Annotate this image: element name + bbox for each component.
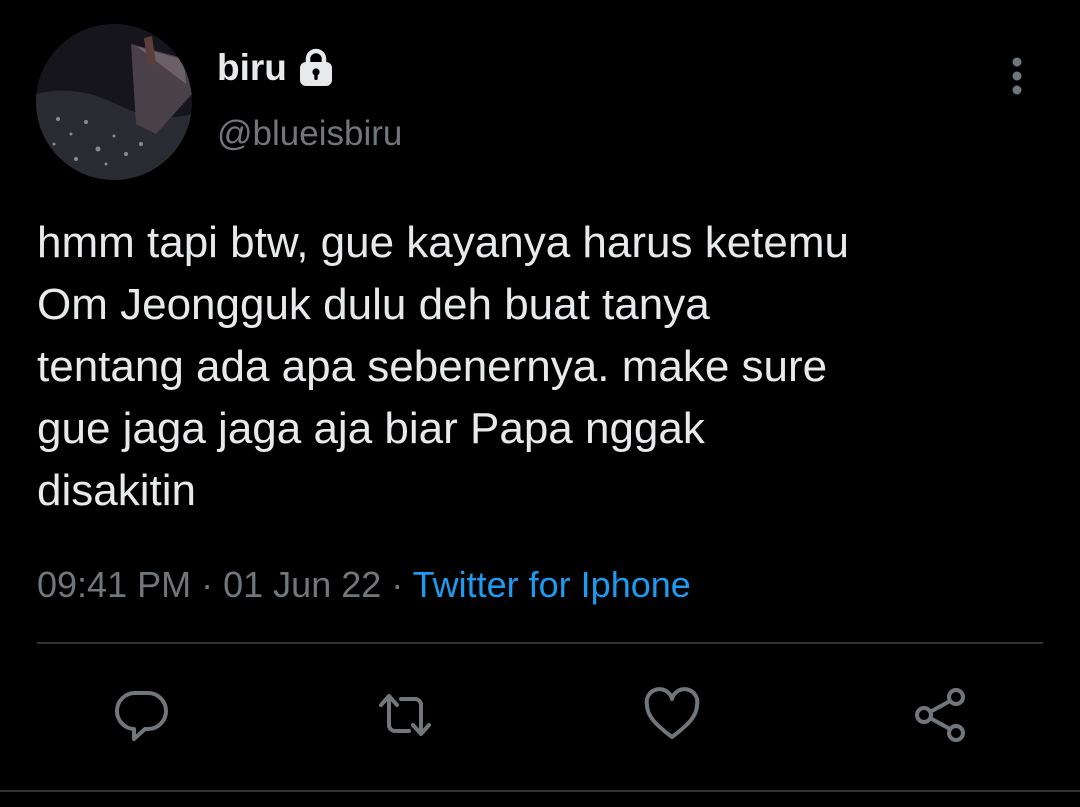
author-handle[interactable]: @blueisbiru — [217, 114, 402, 154]
tweet-source-link[interactable]: Twitter for Iphone — [413, 564, 691, 605]
reply-icon — [114, 690, 168, 741]
more-options-button[interactable] — [996, 55, 1038, 97]
avatar[interactable] — [36, 24, 192, 180]
heart-icon — [644, 687, 700, 739]
meta-separator: · — [391, 564, 404, 605]
share-button[interactable] — [905, 680, 975, 750]
tweet-time[interactable]: 09:41 PM — [37, 564, 191, 605]
avatar-image — [36, 24, 192, 180]
more-vertical-icon — [1012, 57, 1022, 95]
tweet-metadata: 09:41 PM · 01 Jun 22 · Twitter for Iphon… — [37, 563, 691, 607]
author-name-row[interactable]: biru — [217, 48, 337, 88]
meta-separator: · — [201, 564, 214, 605]
retweet-button[interactable] — [370, 680, 440, 750]
divider — [37, 642, 1043, 644]
tweet-action-bar — [0, 680, 1080, 750]
retweet-icon — [379, 694, 431, 736]
tweet-text: hmm tapi btw, gue kayanya harus ketemu O… — [37, 218, 849, 515]
lock-icon — [299, 48, 332, 86]
share-icon — [915, 688, 965, 742]
display-name[interactable]: biru — [217, 48, 287, 88]
reply-button[interactable] — [107, 680, 177, 750]
tweet-date[interactable]: 01 Jun 22 — [223, 564, 381, 605]
bottom-divider — [0, 790, 1080, 792]
like-button[interactable] — [637, 680, 707, 750]
